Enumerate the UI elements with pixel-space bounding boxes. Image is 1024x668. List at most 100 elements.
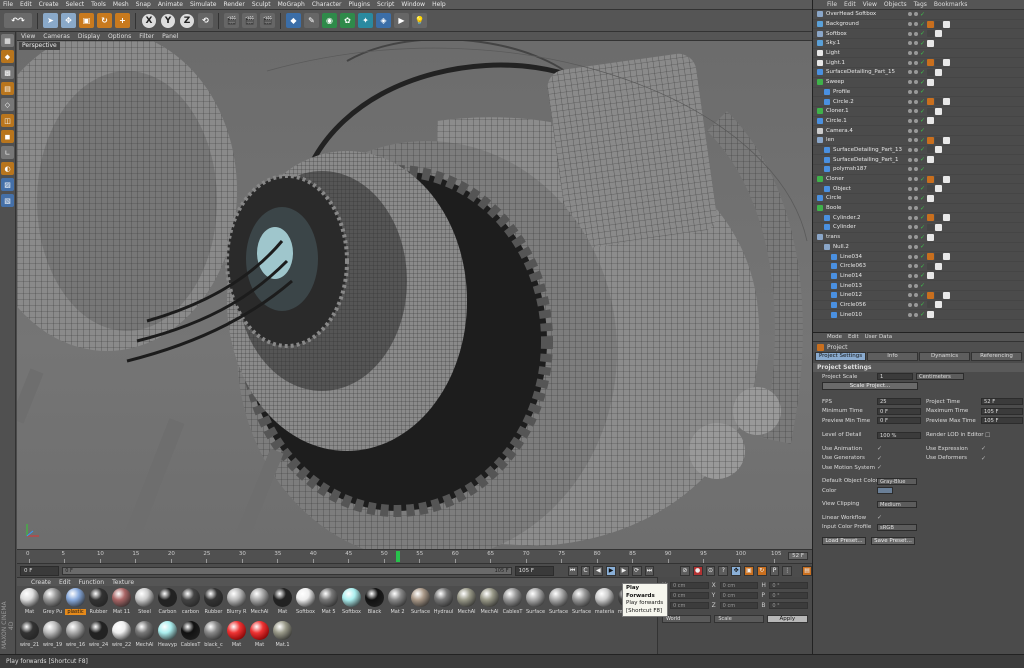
- editor-visibility-dot[interactable]: [908, 118, 912, 123]
- editor-visibility-dot[interactable]: [908, 312, 912, 317]
- object-row[interactable]: Null.2 ✓: [813, 243, 1024, 253]
- maximum-time-field[interactable]: 105 F: [981, 407, 1023, 415]
- deformer-icon[interactable]: ✦: [358, 13, 373, 28]
- object-menu-tags[interactable]: Tags: [914, 1, 927, 8]
- viewport-menu-filter[interactable]: Filter: [139, 33, 154, 40]
- render-visibility-dot[interactable]: [914, 244, 918, 249]
- editor-visibility-dot[interactable]: [908, 89, 912, 94]
- use-animation-checkbox[interactable]: ✓: [877, 445, 882, 452]
- visibility-dots[interactable]: [908, 41, 918, 46]
- render-view-icon[interactable]: 🎬: [224, 13, 239, 28]
- enabled-check-icon[interactable]: ✓: [920, 205, 925, 212]
- material-tag-icon[interactable]: [927, 214, 934, 222]
- end-frame-field[interactable]: 105 F: [514, 565, 554, 576]
- visibility-dots[interactable]: [908, 302, 918, 307]
- material-swatch[interactable]: Mat 2: [387, 588, 408, 621]
- material-swatch[interactable]: Mat.1: [272, 621, 293, 654]
- editor-visibility-dot[interactable]: [908, 12, 912, 17]
- material-swatch[interactable]: wire_22: [111, 621, 132, 654]
- parameter-key-icon[interactable]: P: [769, 565, 780, 576]
- material-tag-icon[interactable]: [927, 233, 934, 241]
- render-visibility-dot[interactable]: [914, 128, 918, 133]
- object-row[interactable]: trans ✓: [813, 233, 1024, 243]
- coord-rotation-field[interactable]: 0 °: [769, 591, 809, 599]
- enabled-check-icon[interactable]: ✓: [920, 137, 925, 144]
- material-tag-icon[interactable]: [935, 175, 942, 183]
- material-tag-icon[interactable]: [935, 107, 942, 115]
- render-visibility-dot[interactable]: [914, 22, 918, 27]
- render-visibility-dot[interactable]: [914, 264, 918, 269]
- render-visibility-dot[interactable]: [914, 302, 918, 307]
- visibility-dots[interactable]: [908, 60, 918, 65]
- editor-visibility-dot[interactable]: [908, 99, 912, 104]
- record-active-icon[interactable]: ●: [692, 565, 703, 576]
- material-swatch[interactable]: Surface: [525, 588, 546, 621]
- enabled-check-icon[interactable]: ✓: [920, 69, 925, 76]
- material-tag-icon[interactable]: [927, 262, 934, 270]
- visibility-dots[interactable]: [908, 215, 918, 220]
- coord-size-mode-dropdown[interactable]: Scale: [714, 615, 764, 623]
- material-menu-create[interactable]: Create: [31, 579, 51, 586]
- object-menu-bookmarks[interactable]: Bookmarks: [934, 1, 968, 8]
- material-tag-icon[interactable]: [935, 30, 942, 38]
- coord-rotation-field[interactable]: 0 °: [769, 581, 809, 589]
- model-mode-icon[interactable]: ◆: [1, 50, 14, 63]
- menu-animate[interactable]: Animate: [158, 1, 183, 8]
- enabled-check-icon[interactable]: ✓: [920, 59, 925, 66]
- render-visibility-dot[interactable]: [914, 60, 918, 65]
- workplane-snap-icon[interactable]: ▨: [1, 178, 14, 191]
- object-row[interactable]: Line014 ✓: [813, 272, 1024, 282]
- material-menu-edit[interactable]: Edit: [59, 579, 71, 586]
- viewport-menu-cameras[interactable]: Cameras: [43, 33, 70, 40]
- object-row[interactable]: Cylinder.2 ✓: [813, 213, 1024, 224]
- enabled-check-icon[interactable]: ✓: [920, 282, 925, 289]
- material-swatch[interactable]: carbon: [180, 588, 201, 621]
- render-picture-viewer-icon[interactable]: 🎬: [242, 13, 257, 28]
- material-swatch[interactable]: Mat 11: [111, 588, 132, 621]
- editor-visibility-dot[interactable]: [908, 215, 912, 220]
- enabled-check-icon[interactable]: ✓: [920, 311, 925, 318]
- enabled-check-icon[interactable]: ✓: [920, 156, 925, 163]
- edges-mode-icon[interactable]: ◫: [1, 114, 14, 127]
- object-row[interactable]: OverHead Softbox ✓: [813, 10, 1024, 20]
- enabled-check-icon[interactable]: ✓: [920, 253, 925, 260]
- editor-visibility-dot[interactable]: [908, 128, 912, 133]
- material-tag-icon[interactable]: [935, 262, 942, 270]
- material-swatch[interactable]: Mat: [226, 621, 247, 654]
- view-clipping-dropdown[interactable]: Medium: [877, 500, 917, 508]
- enabled-check-icon[interactable]: ✓: [920, 11, 925, 18]
- object-row[interactable]: Cloner.1 ✓: [813, 107, 1024, 117]
- object-row[interactable]: Camera.4 ✓: [813, 126, 1024, 136]
- material-tag-icon[interactable]: [935, 136, 942, 144]
- material-tag-icon[interactable]: [943, 136, 950, 144]
- project-time-field[interactable]: 52 F: [981, 398, 1023, 406]
- visibility-dots[interactable]: [908, 186, 918, 191]
- default-color-dropdown[interactable]: Gray-Blue: [877, 477, 917, 485]
- texture-mode-icon[interactable]: ▩: [1, 66, 14, 79]
- enabled-check-icon[interactable]: ✓: [920, 166, 925, 173]
- material-swatch[interactable]: Carbon: [157, 588, 178, 621]
- attribute-menu-user-data[interactable]: User Data: [865, 334, 892, 340]
- viewport-menu-options[interactable]: Options: [108, 33, 131, 40]
- material-swatch[interactable]: Steel: [134, 588, 155, 621]
- visibility-dots[interactable]: [908, 70, 918, 75]
- render-lod-checkbox[interactable]: ☐: [985, 432, 990, 439]
- keyframe-selection-icon[interactable]: ?: [718, 565, 729, 576]
- enabled-check-icon[interactable]: ✓: [920, 88, 925, 95]
- object-row[interactable]: Profile ✓: [813, 88, 1024, 98]
- material-tag-icon[interactable]: [927, 78, 934, 86]
- save-preset-button[interactable]: Save Preset...: [871, 536, 915, 545]
- object-row[interactable]: Light ✓: [813, 49, 1024, 59]
- viewport-menu-panel[interactable]: Panel: [162, 33, 178, 40]
- object-row[interactable]: Sweep ✓: [813, 78, 1024, 88]
- material-swatch[interactable]: materia: [594, 588, 615, 621]
- material-tag-icon[interactable]: [935, 68, 942, 76]
- material-swatch[interactable]: Black: [364, 588, 385, 621]
- editor-visibility-dot[interactable]: [908, 22, 912, 27]
- load-preset-button[interactable]: Load Preset...: [822, 536, 866, 545]
- material-swatch[interactable]: Grey Pu: [42, 588, 63, 621]
- y-axis-lock-icon[interactable]: Y: [160, 12, 176, 29]
- render-visibility-dot[interactable]: [914, 118, 918, 123]
- camera-icon[interactable]: ▶: [394, 13, 409, 28]
- editor-visibility-dot[interactable]: [908, 51, 912, 56]
